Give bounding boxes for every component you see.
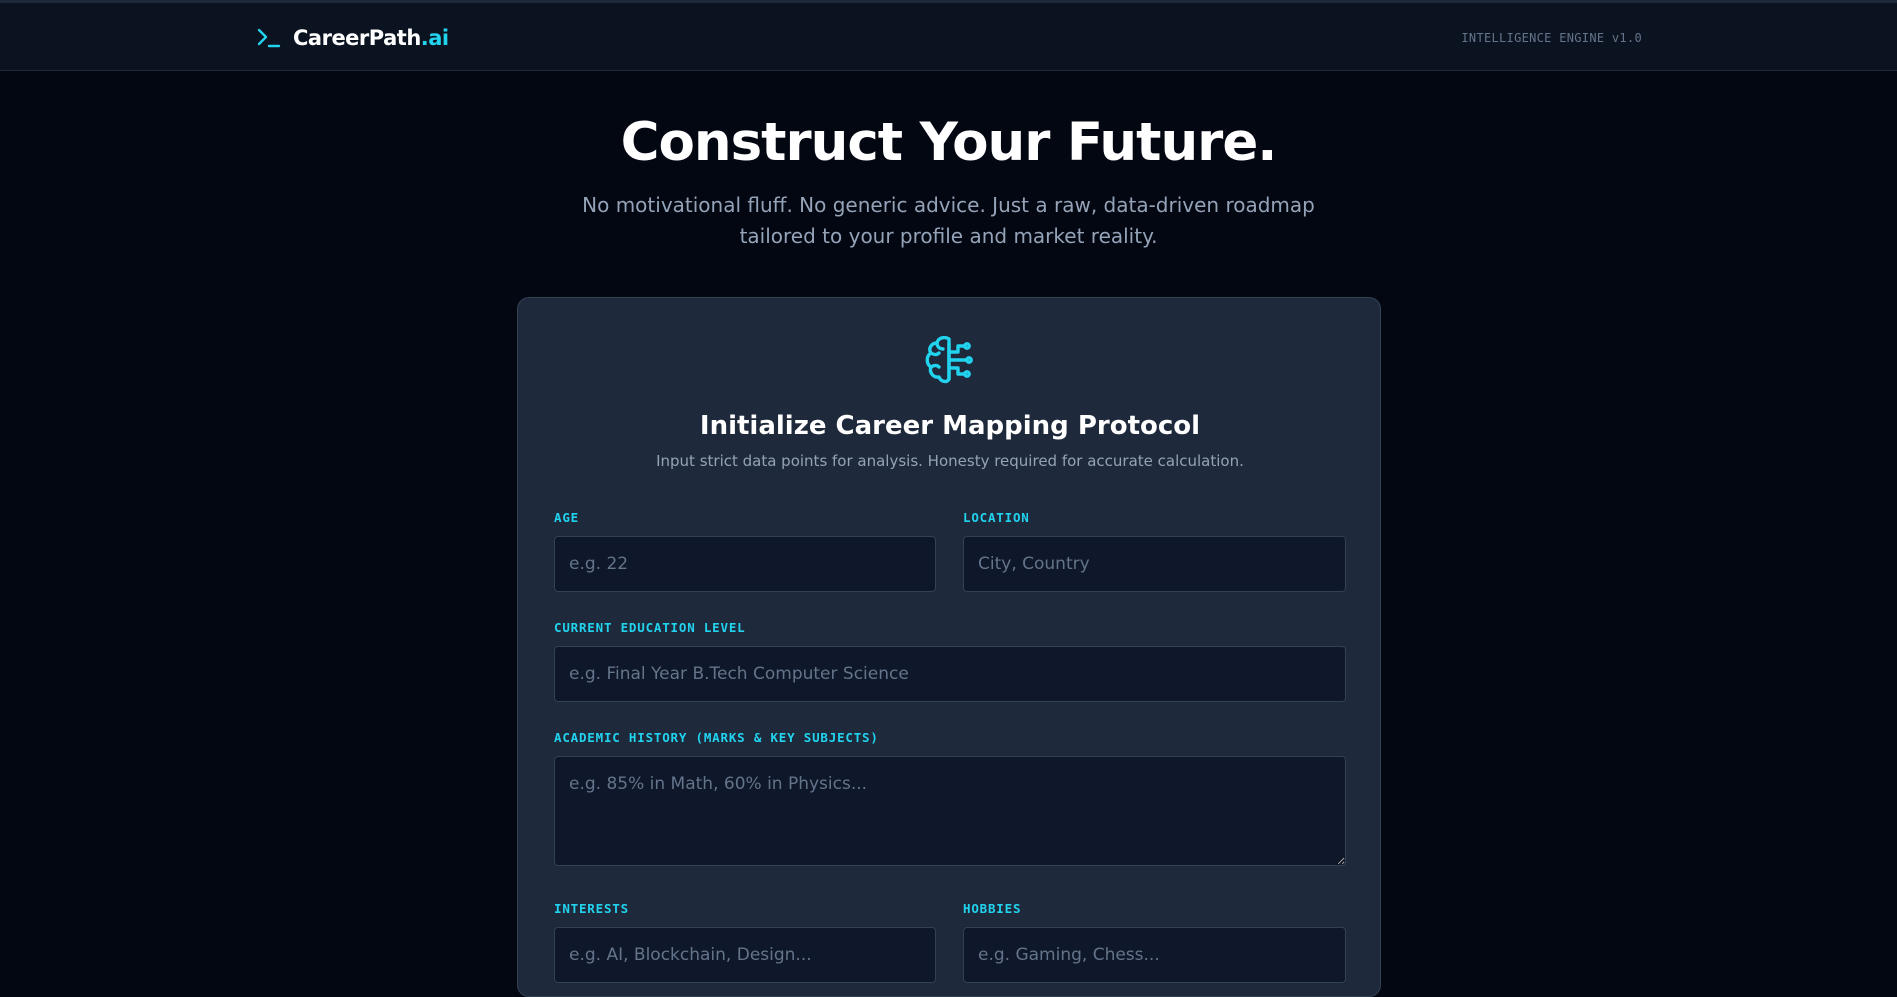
hero-title: Construct Your Future. xyxy=(620,112,1278,173)
age-label: AGE xyxy=(554,510,579,525)
career-form-card: Initialize Career Mapping Protocol Input… xyxy=(517,297,1381,997)
engine-version-label: INTELLIGENCE ENGINE v1.0 xyxy=(1461,31,1642,45)
brand-name: CareerPath.ai xyxy=(293,26,449,50)
interests-label: INTERESTS xyxy=(554,901,629,916)
education-input[interactable] xyxy=(554,646,1346,702)
hobbies-label: HOBBIES xyxy=(963,901,1022,916)
brand-logo[interactable]: CareerPath.ai xyxy=(257,23,449,53)
academic-history-textarea[interactable] xyxy=(554,756,1346,866)
hobbies-input[interactable] xyxy=(963,927,1346,983)
brand-suffix: .ai xyxy=(420,26,449,50)
form-title: Initialize Career Mapping Protocol xyxy=(699,411,1201,441)
education-label: CURRENT EDUCATION LEVEL xyxy=(554,620,746,635)
academic-history-label: ACADEMIC HISTORY (MARKS & KEY SUBJECTS) xyxy=(554,730,879,745)
brain-circuit-icon xyxy=(925,335,973,384)
form-subtitle: Input strict data points for analysis. H… xyxy=(656,452,1244,470)
top-nav: CareerPath.ai INTELLIGENCE ENGINE v1.0 xyxy=(0,3,1897,71)
age-input[interactable] xyxy=(554,536,936,592)
hero-subtitle: No motivational fluff. No generic advice… xyxy=(582,193,1315,248)
terminal-prompt-icon xyxy=(257,28,281,48)
location-input[interactable] xyxy=(963,536,1346,592)
brand-name-text: CareerPath xyxy=(293,26,421,50)
interests-input[interactable] xyxy=(554,927,936,983)
location-label: LOCATION xyxy=(963,510,1030,525)
